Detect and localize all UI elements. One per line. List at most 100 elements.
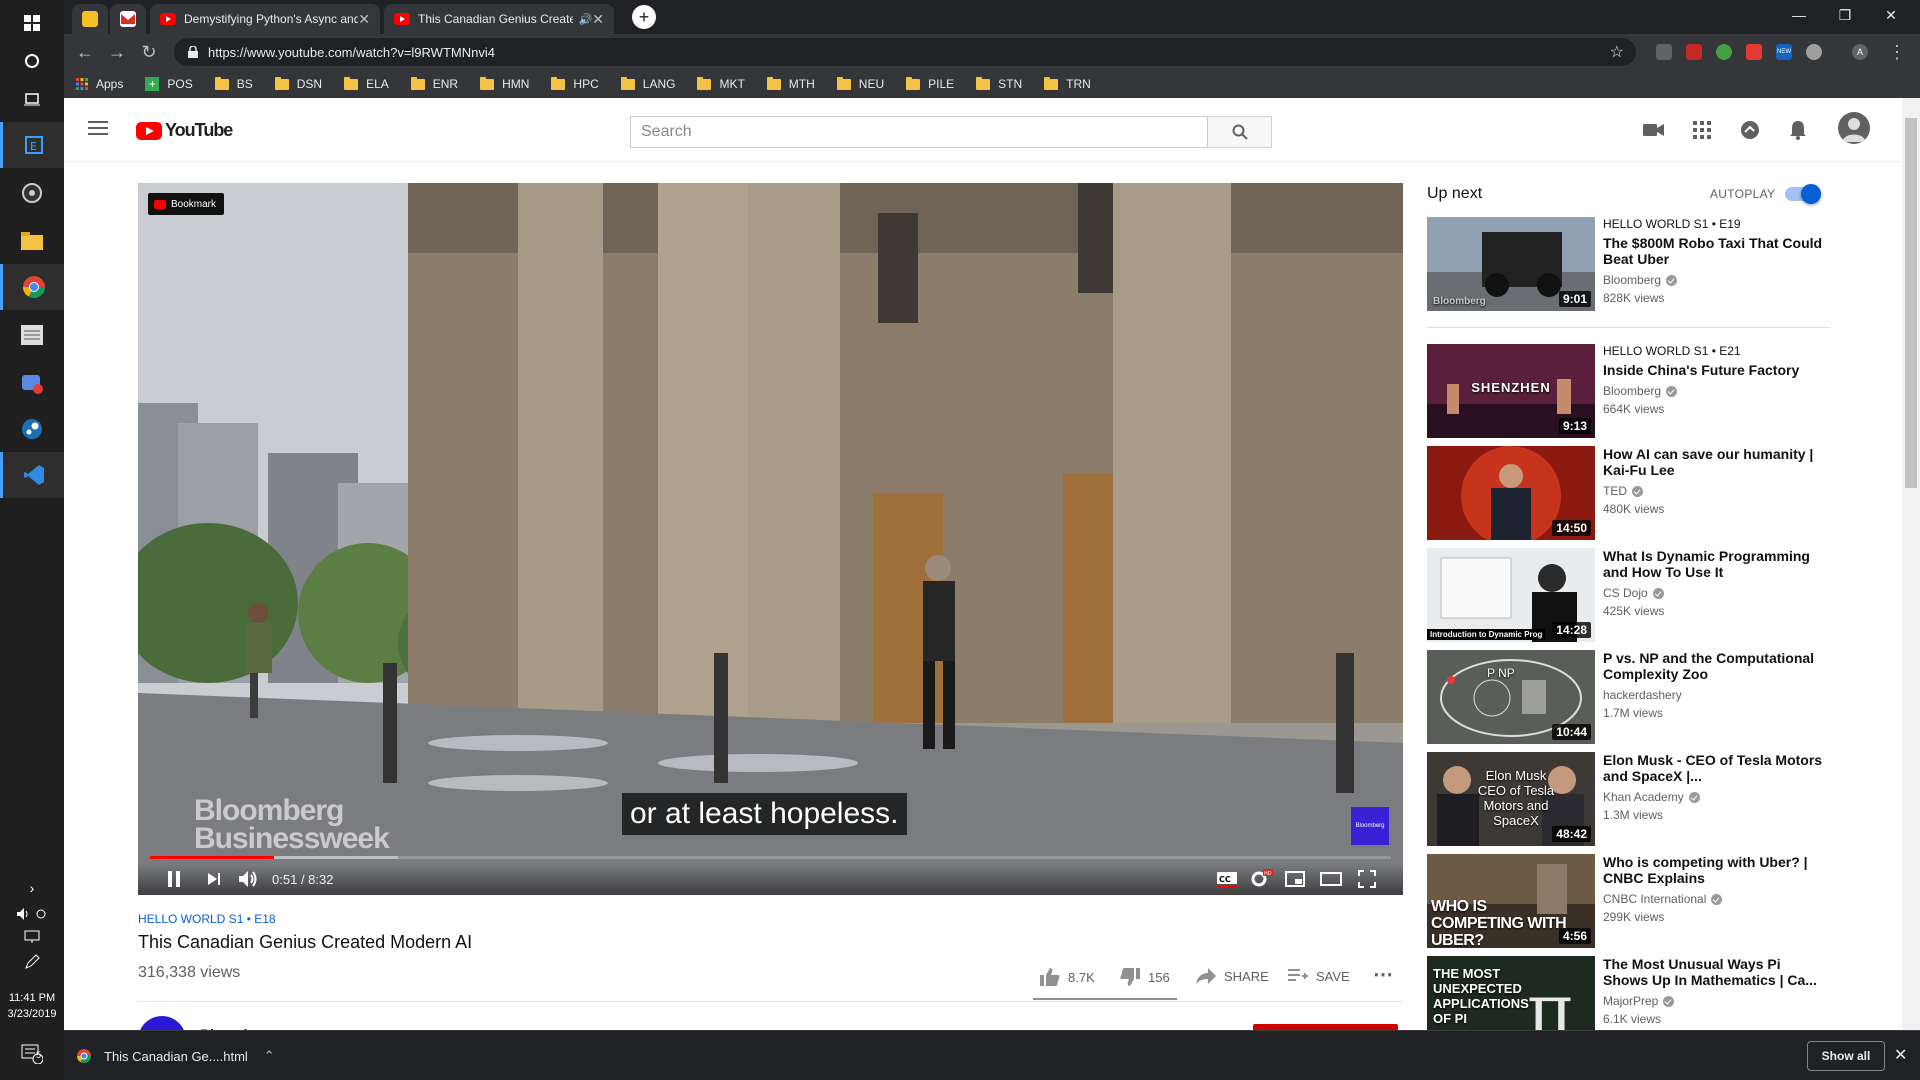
up-next-video[interactable]: P NP 10:44 P vs. NP and the Computationa… bbox=[1427, 650, 1835, 744]
video-channel[interactable]: Bloomberg bbox=[1603, 273, 1661, 287]
back-icon[interactable]: ← bbox=[72, 40, 98, 64]
bookmark-folder[interactable]: BS bbox=[214, 76, 253, 91]
extension-youtube-icon[interactable] bbox=[1746, 44, 1762, 60]
bookmark-folder[interactable]: MKT bbox=[697, 76, 745, 91]
restore-button[interactable]: ❐ bbox=[1822, 0, 1868, 30]
video-title[interactable]: Elon Musk - CEO of Tesla Motors and Spac… bbox=[1603, 752, 1823, 784]
bookmark-folder[interactable]: MTH bbox=[766, 76, 815, 91]
app-launcher-icon[interactable]: E bbox=[0, 122, 64, 168]
bookmark-folder[interactable]: HPC bbox=[551, 76, 599, 91]
extension-green-icon[interactable] bbox=[1716, 44, 1732, 60]
bookmark-folder[interactable]: TRN bbox=[1044, 76, 1091, 91]
tab-demystifying-python[interactable]: Demystifying Python's Async and ✕ bbox=[150, 4, 380, 34]
up-next-video[interactable]: Bloomberg 9:01 HELLO WORLD S1 • E19 The … bbox=[1427, 217, 1835, 311]
up-next-video[interactable]: SHENZHEN 9:13 HELLO WORLD S1 • E21 Insid… bbox=[1427, 344, 1835, 438]
messages-icon[interactable] bbox=[1738, 118, 1762, 142]
video-title[interactable]: Inside China's Future Factory bbox=[1603, 362, 1823, 378]
bookmark-apps[interactable]: Apps bbox=[76, 77, 123, 91]
minimize-button[interactable]: — bbox=[1776, 0, 1822, 30]
download-item[interactable]: This Canadian Ge....html ⌃ bbox=[76, 1041, 275, 1071]
bookmark-folder[interactable]: LANG bbox=[620, 76, 675, 91]
chevron-up-icon[interactable]: ⌃ bbox=[264, 1048, 275, 1064]
share-button[interactable]: SHARE bbox=[1196, 968, 1269, 984]
new-tab-button[interactable]: + bbox=[632, 5, 656, 29]
video-thumbnail[interactable]: Bloomberg 9:01 bbox=[1427, 217, 1595, 311]
up-next-video[interactable]: Introduction to Dynamic Prog 14:28 What … bbox=[1427, 548, 1835, 642]
video-title[interactable]: The Most Unusual Ways Pi Shows Up In Mat… bbox=[1603, 956, 1823, 988]
settings-gear-icon[interactable]: HD bbox=[1248, 867, 1274, 891]
bookmark-folder[interactable]: HMN bbox=[480, 76, 529, 91]
video-title[interactable]: How AI can save our humanity | Kai-Fu Le… bbox=[1603, 446, 1823, 478]
video-channel[interactable]: Bloomberg bbox=[1603, 384, 1661, 398]
like-button[interactable]: 8.7K bbox=[1040, 968, 1095, 986]
notifications-bell-icon[interactable] bbox=[1786, 118, 1810, 142]
next-video-icon[interactable] bbox=[202, 867, 226, 891]
video-channel[interactable]: TED bbox=[1603, 484, 1627, 498]
pinned-tab-keep[interactable] bbox=[72, 4, 108, 34]
chrome-icon[interactable] bbox=[0, 264, 64, 310]
video-thumbnail[interactable]: 14:50 bbox=[1427, 446, 1595, 540]
bookmark-folder[interactable]: NEU bbox=[836, 76, 884, 91]
autoplay-toggle[interactable] bbox=[1785, 184, 1821, 204]
video-thumbnail[interactable]: WHO IS COMPETING WITH UBER? 4:56 bbox=[1427, 854, 1595, 948]
video-super-title[interactable]: HELLO WORLD S1 • E18 bbox=[138, 912, 1403, 926]
scrollbar-thumb[interactable] bbox=[1905, 118, 1917, 488]
bookmark-folder[interactable]: PILE bbox=[906, 76, 954, 91]
chrome-menu-icon[interactable]: ⋮ bbox=[1884, 40, 1910, 64]
up-next-video[interactable]: 14:50 How AI can save our humanity | Kai… bbox=[1427, 446, 1835, 540]
search-input[interactable]: Search bbox=[630, 116, 1208, 148]
extension-shield-icon[interactable] bbox=[1656, 44, 1672, 60]
video-title[interactable]: Who is competing with Uber? | CNBC Expla… bbox=[1603, 854, 1823, 886]
video-channel[interactable]: CNBC International bbox=[1603, 892, 1706, 906]
address-bar[interactable]: https://www.youtube.com/watch?v=l9RWTMNn… bbox=[174, 38, 1636, 66]
pause-icon[interactable] bbox=[162, 867, 186, 891]
snipping-tool-icon[interactable] bbox=[0, 360, 64, 406]
bookmark-folder[interactable]: ELA bbox=[344, 76, 389, 91]
video-channel[interactable]: MajorPrep bbox=[1603, 994, 1658, 1008]
video-thumbnail[interactable]: Introduction to Dynamic Prog 14:28 bbox=[1427, 548, 1595, 642]
bookmark-folder[interactable]: ENR bbox=[410, 76, 458, 91]
bookmark-folder[interactable]: DSN bbox=[274, 76, 322, 91]
profile-avatar[interactable]: A bbox=[1852, 44, 1868, 60]
vscode-icon[interactable] bbox=[0, 452, 64, 498]
bookmark-chip[interactable]: Bookmark bbox=[148, 193, 225, 215]
volume-icon[interactable] bbox=[0, 906, 64, 925]
volume-icon[interactable] bbox=[236, 867, 260, 891]
extension-new-icon[interactable]: NEW bbox=[1776, 44, 1792, 60]
clock-date[interactable]: 3/23/2019 bbox=[0, 1008, 64, 1020]
miniplayer-icon[interactable] bbox=[1282, 867, 1308, 891]
save-button[interactable]: SAVE bbox=[1288, 968, 1350, 984]
video-title[interactable]: The $800M Robo Taxi That Could Beat Uber bbox=[1603, 235, 1823, 267]
close-tab-icon[interactable]: ✕ bbox=[358, 11, 370, 28]
apps-icon[interactable] bbox=[1690, 118, 1714, 142]
pen-icon[interactable] bbox=[0, 954, 64, 973]
close-tab-icon[interactable]: ✕ bbox=[592, 11, 604, 28]
fullscreen-icon[interactable] bbox=[1354, 867, 1380, 891]
forward-icon[interactable]: → bbox=[104, 40, 130, 64]
show-all-button[interactable]: Show all bbox=[1807, 1041, 1885, 1071]
hamburger-menu-icon[interactable] bbox=[88, 120, 108, 141]
up-next-video[interactable]: Elon Musk CEO of Tesla Motors and SpaceX… bbox=[1427, 752, 1835, 846]
close-download-bar-icon[interactable]: ✕ bbox=[1894, 1045, 1907, 1065]
dislike-button[interactable]: 156 bbox=[1120, 968, 1170, 986]
show-hidden-icons-chevron[interactable]: › bbox=[0, 880, 64, 896]
network-icon[interactable] bbox=[0, 930, 64, 947]
up-next-video[interactable]: WHO IS COMPETING WITH UBER? 4:56 Who is … bbox=[1427, 854, 1835, 948]
youtube-logo[interactable]: YouTube bbox=[136, 120, 233, 141]
video-title[interactable]: What Is Dynamic Programming and How To U… bbox=[1603, 548, 1823, 580]
video-thumbnail[interactable]: SHENZHEN 9:13 bbox=[1427, 344, 1595, 438]
pinned-tab-gmail[interactable] bbox=[110, 4, 146, 34]
account-avatar[interactable] bbox=[1838, 112, 1870, 144]
video-player[interactable]: Bookmark Bloomberg Businessweek or at le… bbox=[138, 183, 1403, 895]
steam-icon[interactable] bbox=[0, 406, 64, 452]
video-title[interactable]: P vs. NP and the Computational Complexit… bbox=[1603, 650, 1823, 682]
reload-icon[interactable]: ↻ bbox=[136, 40, 162, 64]
page-scrollbar[interactable] bbox=[1902, 98, 1920, 1030]
obs-studio-icon[interactable] bbox=[0, 170, 64, 216]
window-close-button[interactable]: ✕ bbox=[1868, 0, 1914, 30]
bookmark-folder[interactable]: STN bbox=[976, 76, 1022, 91]
video-channel[interactable]: hackerdashery bbox=[1603, 688, 1682, 702]
theater-mode-icon[interactable] bbox=[1318, 867, 1344, 891]
extension-red-icon[interactable] bbox=[1686, 44, 1702, 60]
file-explorer-icon[interactable] bbox=[0, 218, 64, 264]
